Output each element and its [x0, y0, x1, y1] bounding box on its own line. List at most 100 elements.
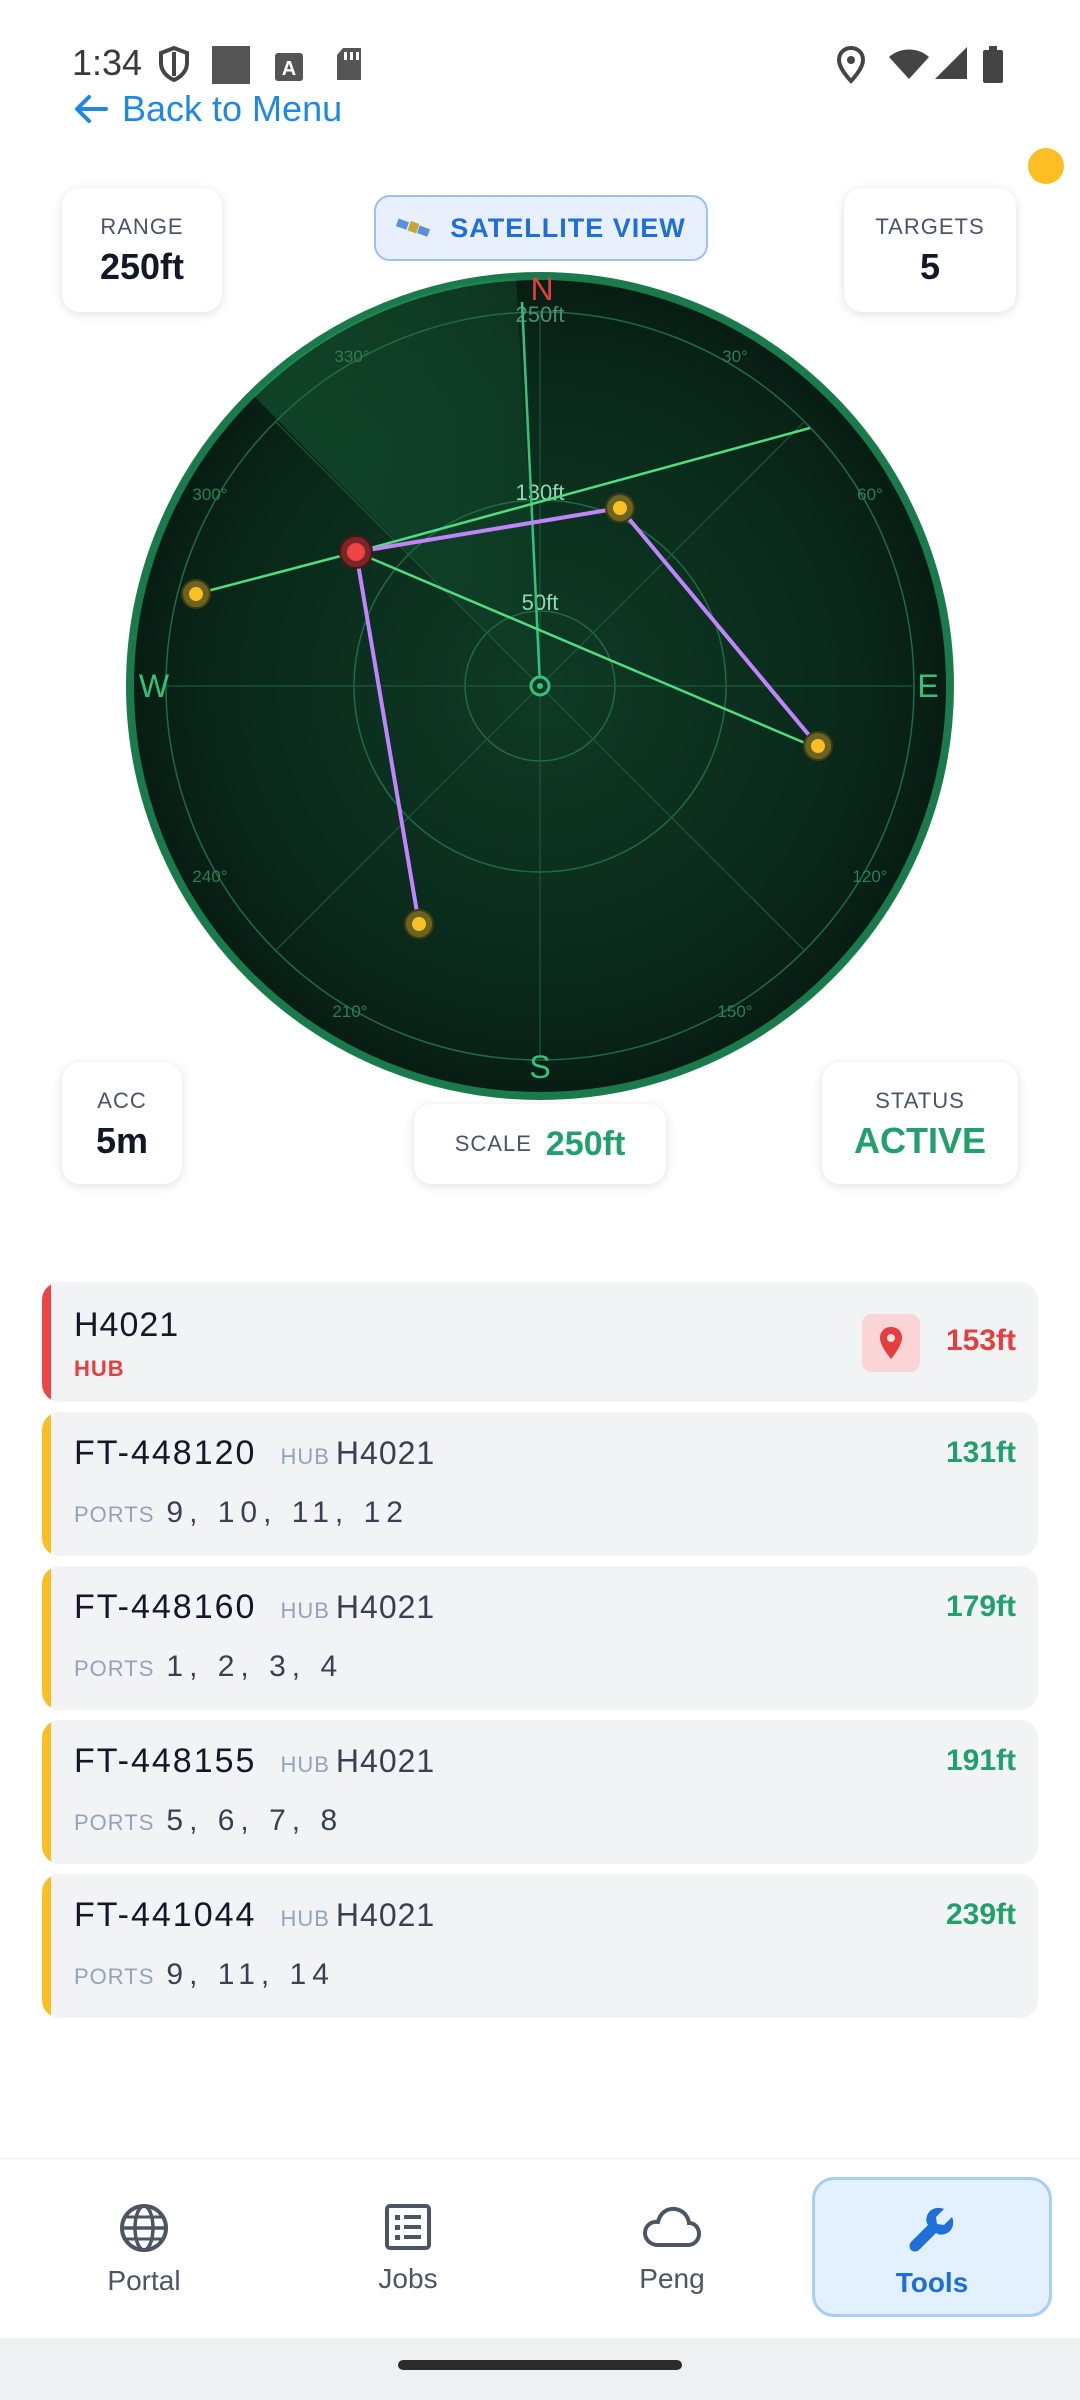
terminal-hub: H4021 — [335, 1589, 436, 1625]
terminal-ports-label: PORTS — [74, 1502, 155, 1527]
degree-label: 240° — [192, 867, 227, 886]
terminal-id: FT-448155 — [74, 1742, 257, 1780]
list-icon — [385, 2204, 431, 2250]
back-label: Back to Menu — [122, 88, 343, 129]
terminal-hub-label: HUB — [280, 1752, 330, 1777]
scale-label: SCALE — [454, 1131, 532, 1156]
wrench-icon — [909, 2207, 954, 2252]
range-label: RANGE — [100, 214, 184, 239]
nav-jobs-label: Jobs — [378, 2263, 438, 2294]
degree-label: 60° — [857, 485, 883, 504]
home-indicator-area — [0, 2338, 1080, 2400]
locate-hub-button[interactable] — [862, 1314, 920, 1372]
back-to-menu-link[interactable]: Back to Menu — [74, 84, 342, 134]
degree-label: 300° — [192, 485, 227, 504]
terminal-id: FT-448120 — [74, 1434, 257, 1472]
nav-portal[interactable]: Portal — [24, 2177, 264, 2317]
degree-label: 120° — [852, 867, 887, 886]
nav-jobs[interactable]: Jobs — [288, 2177, 528, 2317]
acc-value: 5m — [95, 1120, 149, 1161]
cardinal-s: S — [529, 1049, 550, 1085]
radar-map[interactable]: 30° 60° 120° 150° 210° 240° 300° 330° 50… — [124, 270, 956, 1102]
status-label: STATUS — [875, 1088, 965, 1113]
bottom-nav: Portal Jobs Peng Tools — [0, 2158, 1080, 2338]
terminal-row[interactable]: FT-448120 HUB H4021 PORTS 9, 10, 11, 12 … — [42, 1412, 1038, 1556]
satellite-view-label: SATELLITE VIEW — [450, 212, 686, 243]
degree-label: 150° — [717, 1002, 752, 1021]
terminal-accent-bar — [42, 1720, 51, 1864]
status-time: 1:34 — [72, 42, 143, 83]
terminal-marker-core — [811, 739, 825, 753]
terminal-accent-bar — [42, 1874, 51, 2018]
degree-label: 330° — [334, 347, 369, 366]
satellite-icon — [396, 218, 431, 237]
terminal-ports: 9, 10, 11, 12 — [166, 1496, 409, 1529]
terminal-ports: 1, 2, 3, 4 — [166, 1650, 344, 1683]
hub-marker-core — [347, 543, 365, 561]
cardinal-w: W — [139, 668, 170, 704]
pin-icon — [880, 1327, 902, 1359]
cardinal-n: N — [530, 271, 553, 307]
terminal-ports-label: PORTS — [74, 1964, 155, 1989]
hub-row[interactable]: H4021 HUB 153ft — [42, 1282, 1038, 1402]
terminal-row[interactable]: FT-448155 HUB H4021 PORTS 5, 6, 7, 8 191… — [42, 1720, 1038, 1864]
sd-card-icon — [337, 48, 361, 80]
terminal-distance: 179ft — [945, 1590, 1016, 1623]
home-indicator[interactable] — [398, 2360, 682, 2370]
globe-icon — [120, 2204, 168, 2252]
wifi-icon — [889, 49, 929, 79]
terminal-hub-label: HUB — [280, 1906, 330, 1931]
battery-icon — [983, 46, 1003, 83]
hub-type: HUB — [74, 1356, 125, 1381]
terminal-hub: H4021 — [335, 1897, 436, 1933]
terminal-id: FT-448160 — [74, 1588, 257, 1626]
terminal-distance: 239ft — [945, 1898, 1016, 1931]
terminal-hub-label: HUB — [280, 1444, 330, 1469]
acc-card: ACC 5m — [62, 1062, 182, 1184]
cloud-icon — [642, 2206, 702, 2247]
signal-icon — [935, 47, 967, 79]
terminal-ports-label: PORTS — [74, 1656, 155, 1681]
degree-label: 30° — [722, 347, 748, 366]
text-a-icon: A — [275, 53, 303, 81]
terminal-hub: H4021 — [335, 1743, 436, 1779]
terminal-distance: 131ft — [945, 1436, 1016, 1469]
terminal-marker-core — [412, 917, 426, 931]
terminal-distance: 191ft — [945, 1744, 1016, 1777]
terminal-marker-core — [189, 587, 203, 601]
scale-value: 250ft — [545, 1124, 626, 1163]
shield-icon — [159, 46, 189, 82]
targets-label: TARGETS — [875, 214, 985, 239]
nav-portal-label: Portal — [107, 2265, 181, 2296]
hub-id: H4021 — [74, 1306, 180, 1344]
center-dot — [537, 683, 543, 689]
satellite-view-button[interactable]: SATELLITE VIEW — [374, 195, 708, 261]
terminal-marker-core — [613, 501, 627, 515]
status-value: ACTIVE — [853, 1120, 986, 1161]
terminal-accent-bar — [42, 1412, 51, 1556]
nav-peng-label: Peng — [639, 2263, 705, 2294]
terminal-ports-label: PORTS — [74, 1810, 155, 1835]
terminal-accent-bar — [42, 1566, 51, 1710]
nav-tools-label: Tools — [895, 2267, 969, 2298]
degree-label: 210° — [332, 1002, 367, 1021]
terminal-row[interactable]: FT-448160 HUB H4021 PORTS 1, 2, 3, 4 179… — [42, 1566, 1038, 1710]
status-card: STATUS ACTIVE — [822, 1062, 1018, 1184]
acc-label: ACC — [97, 1088, 147, 1113]
terminal-hub-label: HUB — [280, 1598, 330, 1623]
scale-card: SCALE 250ft — [414, 1104, 666, 1184]
nav-tools[interactable]: Tools — [812, 2177, 1052, 2317]
terminal-hub: H4021 — [335, 1435, 436, 1471]
terminal-row[interactable]: FT-441044 HUB H4021 PORTS 9, 11, 14 239f… — [42, 1874, 1038, 2018]
terminal-ports: 9, 11, 14 — [166, 1958, 335, 1991]
arrow-left-icon — [75, 95, 108, 123]
app-square-icon — [212, 46, 250, 84]
cardinal-e: E — [917, 668, 938, 704]
terminal-ports: 5, 6, 7, 8 — [166, 1804, 344, 1837]
ring-label-50: 50ft — [522, 590, 559, 615]
svg-text:A: A — [282, 58, 296, 80]
nav-peng[interactable]: Peng — [552, 2177, 792, 2317]
hub-accent-bar — [42, 1282, 51, 1402]
terminal-id: FT-441044 — [74, 1896, 257, 1934]
hub-distance: 153ft — [945, 1324, 1016, 1357]
